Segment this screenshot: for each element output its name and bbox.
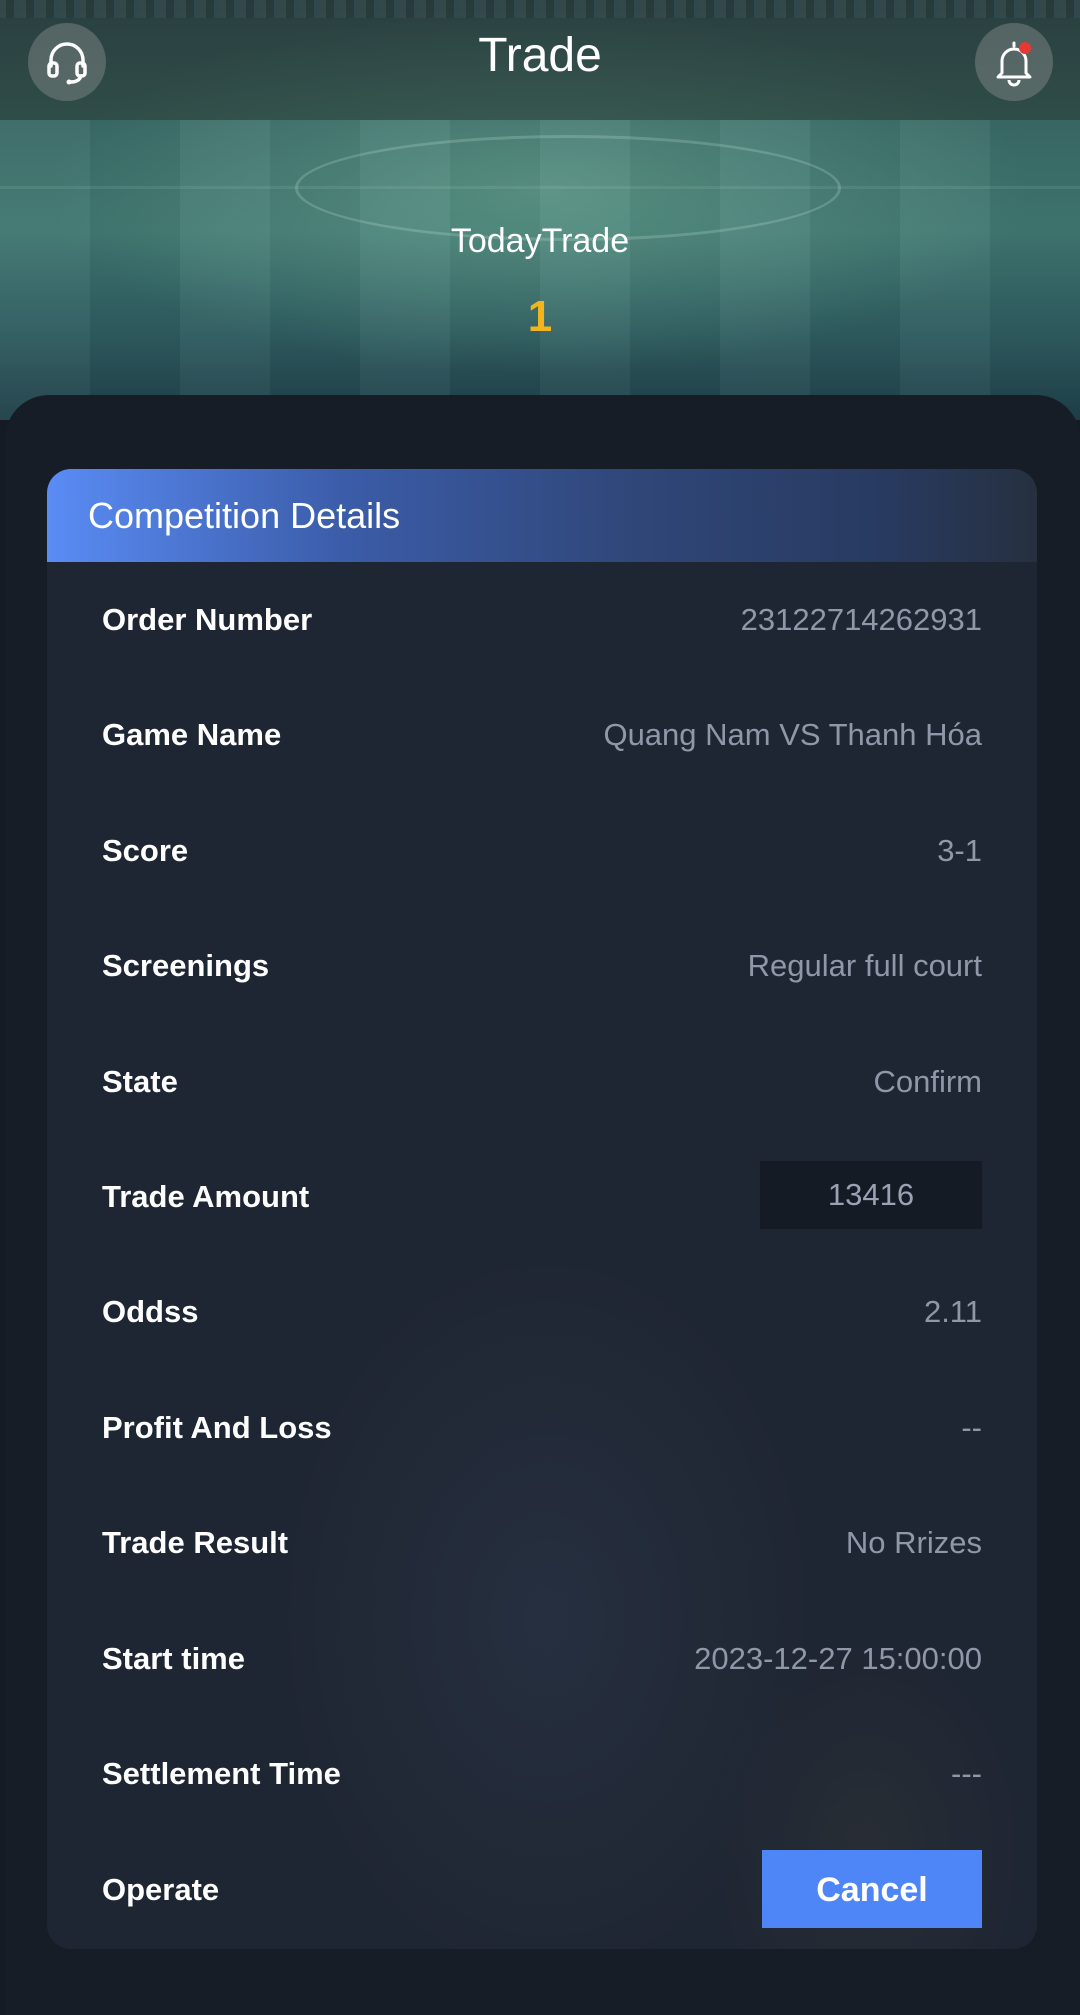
order-number-label: Order Number	[102, 602, 313, 637]
operate-label: Operate	[102, 1872, 220, 1907]
card-title: Competition Details	[88, 495, 401, 536]
profit-loss-value: --	[961, 1410, 982, 1445]
odds-label: Oddss	[102, 1294, 199, 1329]
settlement-time-label: Settlement Time	[102, 1756, 341, 1791]
screenings-value: Regular full court	[747, 948, 982, 983]
detail-row-trade-amount: Trade Amount 13416	[102, 1161, 982, 1229]
settlement-time-value: ---	[951, 1756, 982, 1791]
detail-row-game-name: Game Name Quang Nam VS Thanh Hóa	[102, 705, 982, 765]
trade-result-value: No Rrizes	[845, 1525, 982, 1560]
detail-row-order-number: Order Number 23122714262931	[102, 590, 982, 650]
order-number-value: 23122714262931	[740, 602, 982, 637]
detail-row-operate: Operate Cancel Order	[102, 1850, 982, 1928]
odds-value: 2.11	[923, 1294, 982, 1329]
trade-result-label: Trade Result	[102, 1525, 289, 1560]
game-name-value: Quang Nam VS Thanh Hóa	[603, 717, 982, 752]
profit-loss-label: Profit And Loss	[102, 1410, 332, 1445]
detail-row-profit-loss: Profit And Loss --	[102, 1398, 982, 1458]
state-value: Confirm	[873, 1064, 982, 1099]
today-trade-count: 1	[527, 292, 553, 341]
detail-row-start-time: Start time 2023-12-27 15:00:00	[102, 1629, 982, 1689]
bell-icon	[996, 41, 1032, 87]
trade-amount-value: 13416	[760, 1161, 982, 1229]
score-value: 3-1	[937, 833, 982, 868]
detail-row-state: State Confirm	[102, 1052, 982, 1112]
cancel-order-button[interactable]: Cancel Order	[762, 1850, 982, 1928]
notifications-button[interactable]	[975, 23, 1053, 101]
screenings-label: Screenings	[102, 948, 270, 983]
today-trade-label: TodayTrade	[450, 222, 630, 260]
page-title: Trade	[478, 29, 602, 82]
start-time-value: 2023-12-27 15:00:00	[694, 1641, 982, 1676]
score-label: Score	[102, 833, 189, 868]
start-time-label: Start time	[102, 1641, 245, 1676]
notification-dot	[1019, 42, 1031, 54]
state-label: State	[102, 1064, 178, 1099]
card-header: Competition Details	[47, 469, 1037, 562]
detail-row-screenings: Screenings Regular full court	[102, 936, 982, 996]
detail-row-score: Score 3-1	[102, 821, 982, 881]
detail-row-trade-result: Trade Result No Rrizes	[102, 1513, 982, 1573]
detail-row-settlement-time: Settlement Time ---	[102, 1744, 982, 1804]
game-name-label: Game Name	[102, 717, 282, 752]
detail-row-odds: Oddss 2.11	[102, 1282, 982, 1342]
competition-details-card: Competition Details Order Number 2312271…	[47, 469, 1037, 1949]
trade-amount-label: Trade Amount	[102, 1179, 310, 1214]
